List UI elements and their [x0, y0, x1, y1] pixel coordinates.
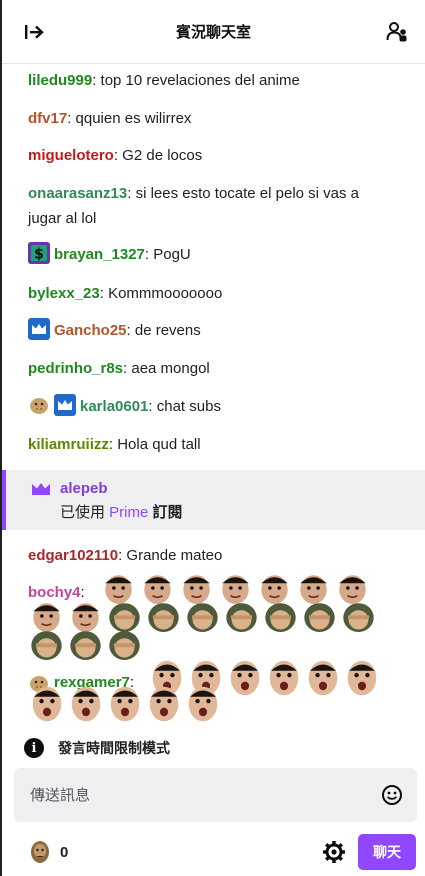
emote-face — [300, 575, 327, 604]
chat-username[interactable]: miguelotero — [28, 147, 114, 164]
chat-message: liledu999: top 10 revelaciones del anime — [2, 68, 326, 93]
chat-message: pedrinho_r8s: aea mongol — [2, 356, 236, 381]
emote-row — [32, 660, 377, 722]
emote-face — [261, 575, 288, 604]
chat-text: : aea mongol — [123, 360, 210, 377]
chat-text: : Grande mateo — [118, 547, 223, 564]
channel-points-icon — [31, 841, 49, 863]
chat-message: Gancho25: de revens — [2, 318, 227, 343]
emote-face — [269, 660, 299, 696]
subscriber-badge-icon[interactable] — [28, 318, 50, 340]
chat-username[interactable]: liledu999 — [28, 72, 92, 89]
emote-face — [304, 603, 335, 632]
chat-username[interactable]: onaarasanz13 — [28, 185, 127, 202]
svg-text:$: $ — [34, 247, 44, 263]
emote-face — [109, 603, 140, 632]
chat-input-box[interactable] — [14, 768, 417, 822]
chat-message: $ brayan_1327: PogU — [2, 242, 217, 267]
chat-message: edgar102110: Grande mateo — [2, 543, 248, 568]
settings-gear-icon[interactable] — [322, 840, 346, 864]
chat-text: : G2 de locos — [113, 147, 203, 164]
chat-username[interactable]: edgar102110 — [28, 547, 118, 564]
collapse-arrow-icon — [25, 25, 44, 39]
emote-face — [70, 631, 101, 660]
chat-text: : qquien es wilirrex — [67, 110, 192, 127]
subscriber-badge-icon[interactable] — [54, 394, 76, 416]
emote-face — [347, 660, 377, 696]
chat-message: dfv17: qquien es wilirrex — [2, 106, 217, 131]
chat-message: karla0601: chat subs — [2, 394, 247, 419]
emote-face — [226, 603, 257, 632]
chat-text: : Kommmooooooo — [99, 285, 223, 302]
emote-face — [33, 603, 60, 632]
emote-face — [71, 686, 101, 722]
chat-text: : top 10 revelaciones del anime — [92, 72, 300, 89]
chat-text: : PogU — [144, 246, 191, 263]
chat-username[interactable]: Gancho25 — [54, 322, 127, 339]
collapse-chat-button[interactable] — [20, 18, 48, 46]
emote-face — [110, 686, 140, 722]
emote-face — [72, 603, 99, 632]
emote-face — [187, 603, 218, 632]
emote-face — [188, 686, 218, 722]
emote-face — [31, 631, 62, 660]
chat-username[interactable]: karla0601 — [80, 398, 148, 415]
channel-points-button[interactable]: 0 — [30, 840, 68, 864]
prime-sub-text: 已使用 Prime 訂閱 — [60, 504, 183, 521]
emote-face — [148, 603, 179, 632]
community-icon — [386, 22, 407, 42]
emote-face — [183, 575, 210, 604]
emote-face — [230, 660, 260, 696]
chat-text: : chat subs — [148, 398, 221, 415]
chat-text: : de revens — [126, 322, 201, 339]
emote-face — [109, 631, 140, 660]
community-button[interactable] — [383, 18, 411, 46]
chat-send-button[interactable]: 聊天 — [358, 834, 416, 870]
chat-username[interactable]: bylexx_23 — [28, 285, 100, 302]
chat-message: onaarasanz13: si lees esto tocate el pel… — [2, 181, 422, 231]
slow-mode-label: 發言時間限制模式 — [58, 740, 170, 756]
prime-link[interactable]: Prime — [109, 504, 148, 521]
emote-face — [265, 603, 296, 632]
dollar-badge-icon[interactable]: $ — [28, 242, 50, 264]
emote-face — [339, 575, 366, 604]
emote-face — [343, 603, 374, 632]
chat-text: : Hola qud tall — [108, 436, 201, 453]
prime-crown-icon — [32, 483, 50, 495]
emote-face — [149, 686, 179, 722]
chat-username[interactable]: kiliamruiizz — [28, 436, 109, 453]
chat-message: kiliamruiizz: Hola qud tall — [2, 432, 227, 457]
potato-badge-icon[interactable] — [28, 394, 50, 416]
info-icon: i — [24, 738, 44, 758]
chat-username[interactable]: alepeb — [60, 478, 108, 500]
chat-input[interactable] — [14, 768, 374, 822]
chat-title: 賓況聊天室 — [175, 24, 251, 41]
prime-sub-notice: alepeb 已使用 Prime 訂閱 — [2, 470, 425, 530]
emote-face — [32, 686, 62, 722]
channel-points-count: 0 — [60, 843, 69, 861]
emote-row — [31, 575, 374, 660]
chat-username[interactable]: dfv17 — [28, 110, 67, 127]
emote-face — [105, 575, 132, 604]
chat-footer: 0 聊天 — [0, 830, 425, 876]
chat-message: bylexx_23: Kommmooooooo — [2, 281, 248, 306]
emote-face — [144, 575, 171, 604]
chat-header: 賓況聊天室 — [2, 0, 425, 64]
emote-face — [308, 660, 338, 696]
chat-username[interactable]: pedrinho_r8s — [28, 360, 123, 377]
chat-username[interactable]: brayan_1327 — [54, 246, 145, 263]
emoji-picker-icon[interactable] — [381, 784, 403, 806]
chat-message: miguelotero: G2 de locos — [2, 143, 228, 168]
slow-mode-notice: i 發言時間限制模式 — [24, 738, 170, 758]
emote-face — [222, 575, 249, 604]
